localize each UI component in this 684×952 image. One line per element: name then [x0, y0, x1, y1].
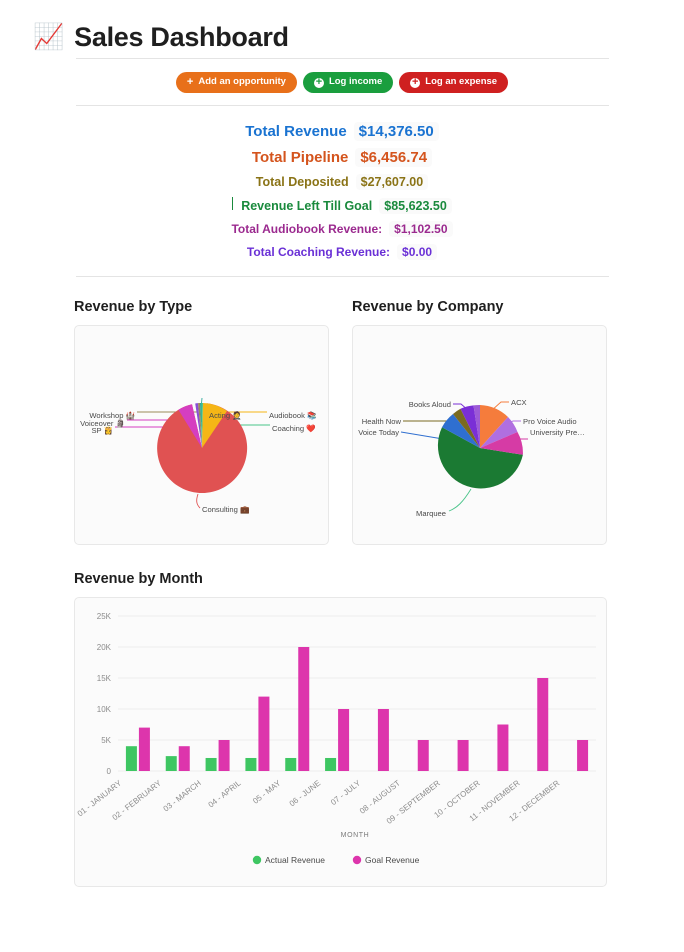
- revenue-by-type-title: Revenue by Type: [74, 299, 193, 315]
- bar[interactable]: [497, 724, 509, 772]
- sales-dashboard-page: 📈 Sales Dashboard + Add an opportunity +…: [0, 0, 684, 952]
- metric-value: $27,607.00: [355, 174, 429, 190]
- pie-label-pro-voice-audio: Pro Voice Audio: [523, 417, 577, 426]
- pie-label-acting: Acting 🤵: [209, 410, 242, 420]
- x-axis-title: MONTH: [341, 832, 370, 839]
- revenue-by-company-section: Revenue by Company Books Aloud Health No…: [352, 299, 607, 545]
- legend-swatch[interactable]: [352, 855, 362, 865]
- page-header: 📈 Sales Dashboard: [0, 0, 684, 58]
- y-axis-tick: 5K: [101, 736, 111, 745]
- pie-label-university-press: University Pre…: [530, 428, 585, 437]
- bar[interactable]: [285, 757, 297, 771]
- bar[interactable]: [218, 740, 230, 771]
- bar[interactable]: [205, 757, 217, 771]
- bar[interactable]: [245, 757, 257, 771]
- metric-value: $1,102.50: [389, 221, 453, 237]
- revenue-by-month-title: Revenue by Month: [74, 571, 203, 587]
- action-toolbar: + Add an opportunity + Log income + Log …: [0, 59, 684, 105]
- revenue-by-month-card[interactable]: 0 5K 10K 15K 20K 25K 01 - JANUARY 02 - FEBRUAR…: [74, 597, 607, 887]
- chart-legend: Actual Revenue Goal Revenue: [252, 855, 420, 865]
- revenue-by-company-card[interactable]: Books Aloud Health Now Voice Today ACX P…: [352, 325, 607, 545]
- log-income-button[interactable]: + Log income: [302, 72, 394, 93]
- metric-label: Revenue Left Till Goal: [241, 199, 373, 213]
- text-cursor-icon: [232, 197, 234, 210]
- pie-charts-row: Revenue by Type Workshop 🏰 Voiceover 🗿 S…: [0, 277, 684, 545]
- y-axis-tick: 15K: [97, 674, 112, 683]
- x-axis-tick: 06 - JUNE: [288, 778, 323, 808]
- log-expense-button[interactable]: + Log an expense: [399, 72, 509, 93]
- metric-label: Total Pipeline: [251, 149, 349, 166]
- x-axis-tick: 07 - JULY: [329, 778, 363, 807]
- metric-revenue-left-till-goal: Revenue Left Till Goal $85,623.50: [0, 197, 684, 214]
- pie-label-books-aloud: Books Aloud: [409, 400, 451, 409]
- pie-label-health-now: Health Now: [362, 417, 402, 426]
- legend-swatch[interactable]: [252, 855, 262, 865]
- bar[interactable]: [258, 696, 270, 771]
- x-axis-tick-labels: 01 - JANUARY02 - FEBRUARY03 - MARCH 04 - …: [76, 778, 562, 826]
- metric-total-coaching-revenue: Total Coaching Revenue: $0.00: [0, 244, 684, 260]
- bar[interactable]: [338, 709, 350, 771]
- revenue-by-company-title: Revenue by Company: [352, 299, 504, 315]
- bar[interactable]: [325, 757, 337, 771]
- x-axis-tick: 05 - MAY: [251, 778, 283, 806]
- page-title: Sales Dashboard: [74, 21, 289, 52]
- y-axis-tick: 0: [107, 767, 112, 776]
- log-income-label: Log income: [328, 76, 383, 88]
- y-axis-tick: 10K: [97, 705, 112, 714]
- x-axis-tick: 04 - APRIL: [207, 778, 243, 809]
- pie-label-sp: SP 👸: [91, 426, 113, 435]
- bar[interactable]: [165, 756, 177, 771]
- revenue-by-type-section: Revenue by Type Workshop 🏰 Voiceover 🗿 S…: [74, 299, 329, 545]
- metric-total-audiobook-revenue: Total Audiobook Revenue: $1,102.50: [0, 221, 684, 237]
- metric-total-deposited: Total Deposited $27,607.00: [0, 174, 684, 190]
- pie-label-marquee: Marquee: [416, 509, 446, 518]
- metric-total-revenue: Total Revenue $14,376.50: [0, 122, 684, 141]
- metric-label: Total Deposited: [255, 175, 349, 189]
- metric-value: $0.00: [397, 244, 438, 260]
- metric-value: $6,456.74: [355, 148, 433, 167]
- legend-label: Actual Revenue: [265, 855, 325, 865]
- pie-label-acx: ACX: [511, 398, 527, 407]
- plus-circle-icon: +: [410, 76, 421, 88]
- plus-circle-icon: +: [313, 76, 324, 88]
- pie-label-consulting: Consulting 💼: [202, 505, 250, 514]
- bar[interactable]: [125, 746, 137, 771]
- plus-icon: +: [186, 76, 194, 88]
- bar[interactable]: [457, 740, 469, 771]
- bar[interactable]: [417, 740, 429, 771]
- revenue-by-company-pie[interactable]: Books Aloud Health Now Voice Today ACX P…: [353, 326, 608, 546]
- metrics-panel: Total Revenue $14,376.50 Total Pipeline …: [0, 106, 684, 276]
- revenue-by-month-section: Revenue by Month 0 5K 10K 15K 20K 25K 01 - JA…: [0, 545, 684, 887]
- metric-label: Total Coaching Revenue:: [246, 245, 391, 259]
- pie-label-audiobook: Audiobook 📚: [269, 411, 317, 420]
- revenue-by-type-card[interactable]: Workshop 🏰 Voiceover 🗿 SP 👸 Acting 🤵 Aud…: [74, 325, 329, 545]
- revenue-by-month-bar-chart[interactable]: 0 5K 10K 15K 20K 25K 01 - JANUARY02 - FEBRUAR…: [75, 598, 608, 888]
- add-opportunity-label: Add an opportunity: [198, 76, 286, 88]
- x-axis-tick: 03 - MARCH: [162, 778, 203, 813]
- bar[interactable]: [377, 709, 389, 771]
- bar[interactable]: [138, 727, 150, 771]
- log-expense-label: Log an expense: [425, 76, 498, 88]
- bar[interactable]: [298, 647, 310, 771]
- metric-label: Total Audiobook Revenue:: [231, 222, 383, 236]
- legend-label: Goal Revenue: [365, 855, 420, 865]
- metric-value: $85,623.50: [379, 198, 452, 214]
- bar[interactable]: [178, 746, 190, 771]
- revenue-by-type-pie[interactable]: Workshop 🏰 Voiceover 🗿 SP 👸 Acting 🤵 Aud…: [75, 326, 330, 546]
- chart-increasing-icon: 📈: [33, 22, 65, 51]
- y-axis-tick: 25K: [97, 612, 112, 621]
- pie-label-coaching: Coaching ❤️: [272, 424, 316, 433]
- metric-value: $14,376.50: [353, 122, 439, 141]
- pie-label-voice-today: Voice Today: [358, 428, 399, 437]
- metric-total-pipeline: Total Pipeline $6,456.74: [0, 148, 684, 167]
- bar[interactable]: [537, 678, 549, 771]
- metric-label: Total Revenue: [245, 123, 347, 140]
- y-axis-tick-labels: 0 5K 10K 15K 20K 25K: [97, 612, 112, 776]
- y-axis-tick: 20K: [97, 643, 112, 652]
- add-opportunity-button[interactable]: + Add an opportunity: [175, 72, 297, 93]
- bar[interactable]: [577, 740, 589, 771]
